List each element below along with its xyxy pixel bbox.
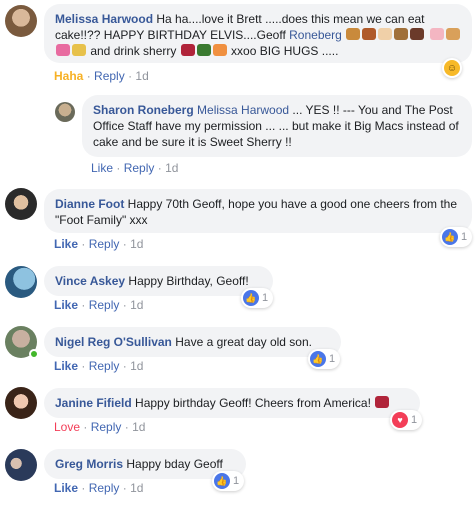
avatar-melissa-harwood[interactable] [5,5,37,37]
comment-actions: Like · Reply · 1d [91,161,179,175]
reaction-count[interactable]: ☺ [442,58,462,78]
comment-text: Happy birthday Geoff! Cheers from Americ… [131,396,375,410]
wine-glass-icon [375,396,390,408]
timestamp[interactable]: 1d [130,298,143,312]
cookie-icon [394,28,409,40]
like-button[interactable]: Like [54,359,78,373]
comment-bubble-janine: Janine Fifield Happy birthday Geoff! Che… [44,388,420,418]
comment-actions: Like · Reply · 1d [54,298,144,312]
bottle-icon [196,44,211,56]
reaction-count-number: 1 [461,231,468,243]
comment-text: Have a great day old son. [171,335,312,349]
reply-button[interactable]: Reply [89,481,120,495]
commenter-name[interactable]: Sharon Roneberg [93,103,194,117]
commenter-name[interactable]: Janine Fifield [55,396,132,410]
tropical-drink-icon [212,44,227,56]
comment-actions: Like · Reply · 1d [54,481,144,495]
avatar-sharon-roneberg[interactable] [55,102,75,122]
timestamp[interactable]: 1d [132,420,145,434]
chocolate-icon [410,28,425,40]
comment-text: and drink sherry [87,44,180,58]
timestamp[interactable]: 1d [165,161,178,175]
mention-link[interactable]: Roneberg [289,28,342,42]
avatar-vince-askey[interactable] [5,266,37,298]
reply-button[interactable]: Reply [89,237,120,251]
custard-icon [72,44,86,56]
online-status-icon [29,349,39,359]
commenter-name[interactable]: Melissa Harwood [55,12,153,26]
timestamp[interactable]: 1d [130,481,143,495]
comment-text: Happy bday Geoff [123,457,223,471]
mention-link[interactable]: Melissa Harwood [197,103,289,117]
commenter-name[interactable]: Nigel Reg O'Sullivan [55,335,172,349]
reply-button[interactable]: Reply [89,298,120,312]
avatar-greg-morris[interactable] [5,449,37,481]
like-button[interactable]: Like [54,481,78,495]
reply-button[interactable]: Reply [89,359,120,373]
commenter-name[interactable]: Vince Askey [55,274,125,288]
timestamp[interactable]: 1d [130,359,143,373]
like-button[interactable]: Like [54,298,78,312]
love-reaction-button[interactable]: Love [54,420,80,434]
reaction-count[interactable]: 👍 1 [308,349,341,369]
like-icon: 👍 [214,473,230,489]
birthday-cake-icon [429,28,444,40]
comment-bubble-sharon: Sharon Roneberg Melissa Harwood ... YES … [82,95,472,157]
reaction-count[interactable]: ♥ 1 [390,410,423,430]
haha-reaction-button[interactable]: Haha [54,69,83,83]
haha-icon: ☺ [444,60,460,76]
wine-glass-icon [180,44,195,56]
comment-text: Happy Birthday, Geoff! [125,274,249,288]
reaction-count-number: 1 [411,414,418,426]
comment-bubble-nigel: Nigel Reg O'Sullivan Have a great day ol… [44,327,341,357]
like-icon: 👍 [243,290,259,306]
reply-button[interactable]: Reply [94,69,125,83]
commenter-name[interactable]: Dianne Foot [55,197,124,211]
cake-slice-icon [378,28,393,40]
comment-bubble-melissa: Melissa Harwood Ha ha....love it Brett .… [44,4,472,63]
comment-actions: Like · Reply · 1d [54,237,144,251]
timestamp[interactable]: 1d [135,69,148,83]
reaction-count[interactable]: 👍 1 [212,471,245,491]
reaction-count[interactable]: 👍 1 [241,288,274,308]
comment-bubble-vince: Vince Askey Happy Birthday, Geoff! [44,266,273,296]
lollipop-icon [56,44,70,56]
donut-icon [362,28,377,40]
commenter-name[interactable]: Greg Morris [55,457,123,471]
comment-actions: Love · Reply · 1d [54,420,146,434]
like-icon: 👍 [442,229,458,245]
reaction-count-number: 1 [329,353,336,365]
avatar-dianne-foot[interactable] [5,188,37,220]
heart-icon: ♥ [392,412,408,428]
comment-actions: Like · Reply · 1d [54,359,144,373]
pie-icon [445,28,460,40]
comment-text: xxoo BIG HUGS ..... [227,44,339,58]
like-button[interactable]: Like [91,161,113,175]
avatar-janine-fifield[interactable] [5,387,37,419]
reply-button[interactable]: Reply [124,161,155,175]
comment-bubble-dianne: Dianne Foot Happy 70th Geoff, hope you h… [44,189,472,233]
pie-icon [346,28,361,40]
timestamp[interactable]: 1d [130,237,143,251]
comment-actions: Haha · Reply · 1d [54,69,149,83]
reaction-count-number: 1 [262,292,269,304]
like-button[interactable]: Like [54,237,78,251]
reaction-count[interactable]: 👍 1 [440,227,473,247]
reply-button[interactable]: Reply [91,420,122,434]
like-icon: 👍 [310,351,326,367]
reaction-count-number: 1 [233,475,240,487]
